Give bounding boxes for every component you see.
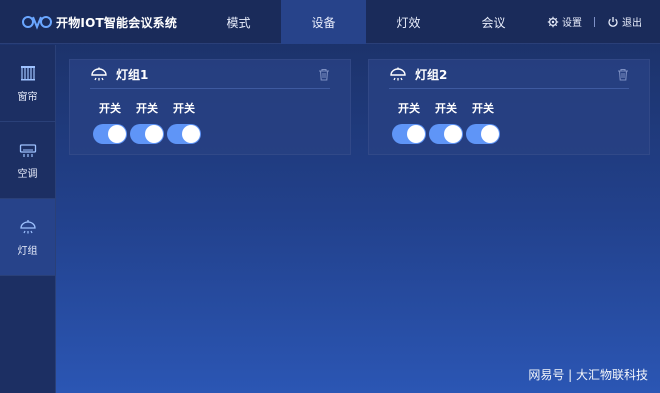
power-toggle[interactable] [93,124,127,144]
trash-icon[interactable] [318,68,330,81]
logout-label: 退出 [622,18,642,29]
air-conditioner-icon [19,143,36,157]
card-header: 灯组2 [369,60,649,88]
tab-meeting-label: 会议 [481,15,506,30]
sidebar-item-air-conditioner-label: 空调 [17,168,38,180]
switch-item: 开关 [465,100,501,144]
switch-label: 开关 [435,102,457,115]
switch-row: 开关 开关 开关 [391,100,502,144]
tab-meeting[interactable]: 会议 [451,0,536,44]
switch-row: 开关 开关 开关 [92,100,203,144]
switch-label: 开关 [136,102,158,115]
switch-item: 开关 [129,100,165,144]
top-bar: 开物IOT智能会议系统 模式 设备 灯效 会议 设置 退出 [0,0,660,44]
sidebar-item-curtain[interactable]: 窗帘 [0,45,55,122]
app-title: 开物IOT智能会议系统 [56,15,178,30]
main-nav: 模式 设备 灯效 会议 [196,0,536,44]
card-title: 灯组1 [116,67,149,82]
switch-label: 开关 [99,102,121,115]
lamp-group-card: 灯组1 开关 开关 开关 [69,59,351,155]
tab-devices-label: 设备 [311,15,336,30]
card-divider [389,88,629,89]
lamp-icon [390,67,406,81]
sidebar: 窗帘 空调 灯组 [0,45,56,393]
power-toggle[interactable] [167,124,201,144]
card-divider [90,88,330,89]
power-toggle[interactable] [466,124,500,144]
card-title: 灯组2 [415,67,448,82]
switch-label: 开关 [472,102,494,115]
switch-item: 开关 [391,100,427,144]
toggle-knob [407,125,425,143]
sidebar-item-curtain-label: 窗帘 [17,91,38,103]
gear-icon [547,16,559,27]
lamp-icon [19,219,36,233]
curtain-icon [20,65,35,80]
trash-icon[interactable] [617,68,629,81]
top-actions: 设置 退出 [547,14,642,29]
logout-button[interactable]: 退出 [607,14,642,29]
switch-item: 开关 [166,100,202,144]
power-toggle[interactable] [429,124,463,144]
brand: 开物IOT智能会议系统 [22,12,177,32]
sidebar-item-lamp-group-label: 灯组 [17,245,38,257]
tab-devices[interactable]: 设备 [281,0,366,44]
lamp-icon [91,67,107,81]
switch-label: 开关 [173,102,195,115]
lamp-group-card: 灯组2 开关 开关 开关 [368,59,650,155]
tab-lighting[interactable]: 灯效 [366,0,451,44]
toggle-knob [145,125,163,143]
switch-item: 开关 [92,100,128,144]
tab-mode[interactable]: 模式 [196,0,281,44]
card-header: 灯组1 [70,60,350,88]
settings-button[interactable]: 设置 [547,14,582,29]
tab-mode-label: 模式 [226,15,251,30]
power-icon [608,16,618,27]
sidebar-item-air-conditioner[interactable]: 空调 [0,122,55,199]
power-toggle[interactable] [392,124,426,144]
switch-item: 开关 [428,100,464,144]
power-toggle[interactable] [130,124,164,144]
toggle-knob [481,125,499,143]
action-divider [594,16,595,27]
toggle-knob [444,125,462,143]
toggle-knob [182,125,200,143]
toggle-knob [108,125,126,143]
watermark: 网易号 | 大汇物联科技 [528,368,648,382]
logo-icon [22,16,52,30]
tab-lighting-label: 灯效 [396,15,421,30]
switch-label: 开关 [398,102,420,115]
sidebar-item-lamp-group[interactable]: 灯组 [0,199,55,276]
settings-label: 设置 [562,18,582,29]
